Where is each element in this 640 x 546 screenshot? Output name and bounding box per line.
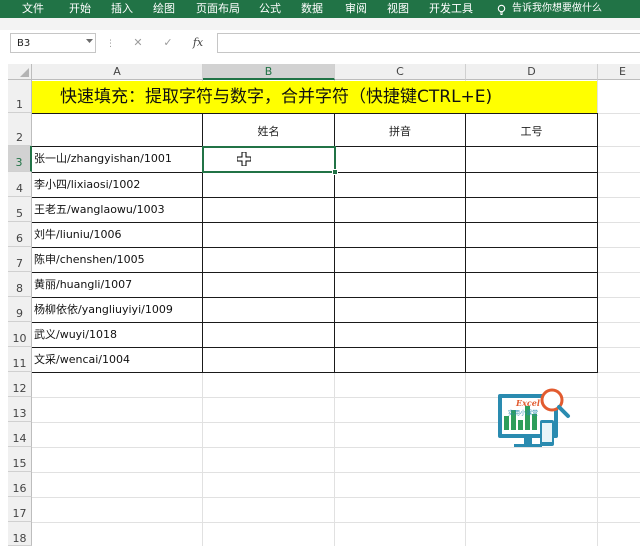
table-border <box>32 372 598 373</box>
row-header-13[interactable]: 13 <box>8 397 32 422</box>
cell-a9[interactable]: 杨柳依依/yangliuyiyi/1009 <box>34 298 173 322</box>
row-header-3[interactable]: 3 <box>8 146 32 172</box>
tab-insert[interactable]: 插入 <box>111 0 133 18</box>
tab-review[interactable]: 审阅 <box>345 0 367 18</box>
tab-developer[interactable]: 开发工具 <box>429 0 473 18</box>
row-header-16[interactable]: 16 <box>8 472 32 497</box>
tab-formulas[interactable]: 公式 <box>259 0 281 18</box>
row-header-17[interactable]: 17 <box>8 497 32 522</box>
tab-file[interactable]: 文件 <box>22 0 44 18</box>
row-header-11[interactable]: 11 <box>8 347 32 372</box>
tab-page-layout[interactable]: 页面布局 <box>196 0 240 18</box>
header-cell-name[interactable]: 姓名 <box>203 120 334 144</box>
ribbon-tab-bar: 文件 开始 插入 绘图 页面布局 公式 数据 审阅 视图 开发工具 告诉我你想要… <box>0 0 640 18</box>
select-all-button[interactable] <box>8 64 32 80</box>
row-header-2[interactable]: 2 <box>8 113 32 146</box>
row-header-18[interactable]: 18 <box>8 522 32 546</box>
tab-view[interactable]: 视图 <box>387 0 409 18</box>
cancel-icon[interactable]: ✕ <box>128 34 148 52</box>
column-header-c[interactable]: C <box>335 64 466 80</box>
tab-data[interactable]: 数据 <box>301 0 323 18</box>
row-header-5[interactable]: 5 <box>8 197 32 222</box>
cell-a11[interactable]: 文采/wencai/1004 <box>34 348 130 372</box>
gridline <box>32 472 640 473</box>
left-edge <box>0 64 8 546</box>
row-header-15[interactable]: 15 <box>8 447 32 472</box>
row-header-12[interactable]: 12 <box>8 372 32 397</box>
excel-classroom-logo: Excel 实用小课堂 <box>498 388 570 447</box>
column-header-e[interactable]: E <box>598 64 640 80</box>
row-header-7[interactable]: 7 <box>8 247 32 272</box>
row-header-14[interactable]: 14 <box>8 422 32 447</box>
formula-bar-gap <box>0 56 640 64</box>
column-header-d[interactable]: D <box>466 64 598 80</box>
formula-bar-splitter-icon[interactable]: ⋮ <box>106 40 115 49</box>
row-header-4[interactable]: 4 <box>8 172 32 197</box>
row-header-9[interactable]: 9 <box>8 297 32 322</box>
svg-text:Excel: Excel <box>515 398 540 408</box>
cell-a3[interactable]: 张一山/zhangyishan/1001 <box>34 147 172 171</box>
tell-me-label: 告诉我你想要做什么 <box>512 3 602 14</box>
row-header-10[interactable]: 10 <box>8 322 32 347</box>
row-header-8[interactable]: 8 <box>8 272 32 297</box>
tab-home[interactable]: 开始 <box>69 0 91 18</box>
active-cell-b3[interactable] <box>202 146 336 173</box>
cell-a6[interactable]: 刘牛/liuniu/1006 <box>34 223 122 247</box>
name-box[interactable]: B3 <box>10 33 96 53</box>
lightbulb-icon <box>497 4 506 15</box>
cell-cursor-icon <box>237 152 251 166</box>
row-header-1[interactable]: 1 <box>8 80 32 113</box>
row-header-6[interactable]: 6 <box>8 222 32 247</box>
formula-input[interactable] <box>217 33 640 53</box>
svg-text:实用小课堂: 实用小课堂 <box>508 409 538 417</box>
table-border <box>465 113 466 373</box>
fill-handle[interactable] <box>332 169 338 175</box>
column-header-a[interactable]: A <box>32 64 203 80</box>
insert-function-icon[interactable]: fx <box>188 34 208 52</box>
table-border <box>32 113 598 114</box>
table-border <box>597 113 598 373</box>
header-cell-pinyin[interactable]: 拼音 <box>335 120 465 144</box>
column-header-b[interactable]: B <box>203 64 335 80</box>
formula-bar: B3 ⋮ ✕ ✓ fx <box>0 30 640 57</box>
gridline <box>32 522 640 523</box>
tab-draw[interactable]: 绘图 <box>153 0 175 18</box>
header-cell-id[interactable]: 工号 <box>466 120 597 144</box>
gridline <box>32 497 640 498</box>
cell-a5[interactable]: 王老五/wanglaowu/1003 <box>34 198 165 222</box>
cell-a8[interactable]: 黄丽/huangli/1007 <box>34 273 132 297</box>
cell-a10[interactable]: 武义/wuyi/1018 <box>34 323 117 347</box>
cell-a4[interactable]: 李小四/lixiaosi/1002 <box>34 173 140 197</box>
sheet-title[interactable]: 快速填充：提取字符与数字，合并字符（快捷键CTRL+E) <box>60 82 492 112</box>
cell-a7[interactable]: 陈申/chenshen/1005 <box>34 248 145 272</box>
enter-icon[interactable]: ✓ <box>158 34 178 52</box>
worksheet-grid[interactable]: A B C D E 1 2 3 4 5 6 7 8 9 10 11 12 13 … <box>0 64 640 546</box>
chevron-down-icon[interactable] <box>86 39 93 44</box>
